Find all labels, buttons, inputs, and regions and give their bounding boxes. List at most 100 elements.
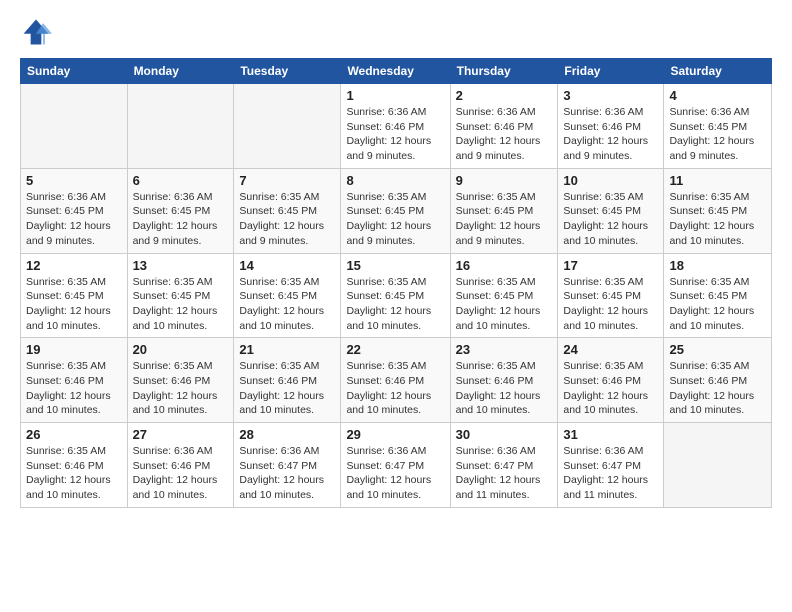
day-info: Sunrise: 6:35 AM Sunset: 6:46 PM Dayligh… (456, 359, 553, 418)
day-number: 1 (346, 88, 444, 103)
day-info: Sunrise: 6:36 AM Sunset: 6:47 PM Dayligh… (456, 444, 553, 503)
day-number: 24 (563, 342, 658, 357)
day-info: Sunrise: 6:36 AM Sunset: 6:47 PM Dayligh… (563, 444, 658, 503)
weekday-header-saturday: Saturday (664, 59, 772, 84)
calendar-table: SundayMondayTuesdayWednesdayThursdayFrid… (20, 58, 772, 508)
calendar-cell: 17 Sunrise: 6:35 AM Sunset: 6:45 PM Dayli… (558, 253, 664, 338)
calendar-cell (664, 423, 772, 508)
day-info: Sunrise: 6:36 AM Sunset: 6:45 PM Dayligh… (669, 105, 766, 164)
page: SundayMondayTuesdayWednesdayThursdayFrid… (0, 0, 792, 612)
day-number: 23 (456, 342, 553, 357)
day-number: 28 (239, 427, 335, 442)
weekday-header-tuesday: Tuesday (234, 59, 341, 84)
day-info: Sunrise: 6:35 AM Sunset: 6:45 PM Dayligh… (346, 275, 444, 334)
weekday-header-wednesday: Wednesday (341, 59, 450, 84)
day-number: 3 (563, 88, 658, 103)
day-info: Sunrise: 6:35 AM Sunset: 6:46 PM Dayligh… (669, 359, 766, 418)
calendar-cell: 10 Sunrise: 6:35 AM Sunset: 6:45 PM Dayli… (558, 168, 664, 253)
day-number: 15 (346, 258, 444, 273)
day-info: Sunrise: 6:36 AM Sunset: 6:47 PM Dayligh… (239, 444, 335, 503)
day-number: 17 (563, 258, 658, 273)
day-number: 25 (669, 342, 766, 357)
calendar-cell: 26 Sunrise: 6:35 AM Sunset: 6:46 PM Dayli… (21, 423, 128, 508)
day-info: Sunrise: 6:35 AM Sunset: 6:45 PM Dayligh… (133, 275, 229, 334)
calendar-cell: 28 Sunrise: 6:36 AM Sunset: 6:47 PM Dayli… (234, 423, 341, 508)
day-number: 16 (456, 258, 553, 273)
day-info: Sunrise: 6:35 AM Sunset: 6:46 PM Dayligh… (26, 444, 122, 503)
day-number: 20 (133, 342, 229, 357)
day-number: 26 (26, 427, 122, 442)
day-number: 5 (26, 173, 122, 188)
weekday-header-monday: Monday (127, 59, 234, 84)
calendar-cell: 29 Sunrise: 6:36 AM Sunset: 6:47 PM Dayli… (341, 423, 450, 508)
day-info: Sunrise: 6:35 AM Sunset: 6:45 PM Dayligh… (239, 275, 335, 334)
day-info: Sunrise: 6:35 AM Sunset: 6:46 PM Dayligh… (133, 359, 229, 418)
calendar-cell: 8 Sunrise: 6:35 AM Sunset: 6:45 PM Daylig… (341, 168, 450, 253)
day-info: Sunrise: 6:35 AM Sunset: 6:46 PM Dayligh… (239, 359, 335, 418)
day-number: 8 (346, 173, 444, 188)
day-info: Sunrise: 6:36 AM Sunset: 6:46 PM Dayligh… (563, 105, 658, 164)
day-info: Sunrise: 6:36 AM Sunset: 6:45 PM Dayligh… (133, 190, 229, 249)
calendar-cell: 18 Sunrise: 6:35 AM Sunset: 6:45 PM Dayli… (664, 253, 772, 338)
day-info: Sunrise: 6:35 AM Sunset: 6:45 PM Dayligh… (456, 190, 553, 249)
day-number: 21 (239, 342, 335, 357)
day-info: Sunrise: 6:35 AM Sunset: 6:46 PM Dayligh… (26, 359, 122, 418)
day-number: 10 (563, 173, 658, 188)
header (20, 16, 772, 48)
day-number: 19 (26, 342, 122, 357)
calendar-cell: 2 Sunrise: 6:36 AM Sunset: 6:46 PM Daylig… (450, 84, 558, 169)
day-number: 7 (239, 173, 335, 188)
calendar-cell (234, 84, 341, 169)
calendar-cell: 5 Sunrise: 6:36 AM Sunset: 6:45 PM Daylig… (21, 168, 128, 253)
day-number: 12 (26, 258, 122, 273)
calendar-cell: 12 Sunrise: 6:35 AM Sunset: 6:45 PM Dayli… (21, 253, 128, 338)
calendar-cell: 15 Sunrise: 6:35 AM Sunset: 6:45 PM Dayli… (341, 253, 450, 338)
calendar-cell: 19 Sunrise: 6:35 AM Sunset: 6:46 PM Dayli… (21, 338, 128, 423)
day-number: 30 (456, 427, 553, 442)
calendar-cell: 1 Sunrise: 6:36 AM Sunset: 6:46 PM Daylig… (341, 84, 450, 169)
calendar-cell: 3 Sunrise: 6:36 AM Sunset: 6:46 PM Daylig… (558, 84, 664, 169)
calendar-cell: 14Sunrise: 6:35 AM Sunset: 6:45 PM Dayli… (234, 253, 341, 338)
day-info: Sunrise: 6:36 AM Sunset: 6:47 PM Dayligh… (346, 444, 444, 503)
day-number: 11 (669, 173, 766, 188)
day-info: Sunrise: 6:36 AM Sunset: 6:45 PM Dayligh… (26, 190, 122, 249)
calendar-week-row: 19 Sunrise: 6:35 AM Sunset: 6:46 PM Dayli… (21, 338, 772, 423)
calendar-cell: 23 Sunrise: 6:35 AM Sunset: 6:46 PM Dayli… (450, 338, 558, 423)
day-number: 18 (669, 258, 766, 273)
day-info: Sunrise: 6:35 AM Sunset: 6:45 PM Dayligh… (563, 190, 658, 249)
weekday-header-row: SundayMondayTuesdayWednesdayThursdayFrid… (21, 59, 772, 84)
calendar-cell: 27 Sunrise: 6:36 AM Sunset: 6:46 PM Dayli… (127, 423, 234, 508)
logo (20, 16, 56, 48)
day-number: 4 (669, 88, 766, 103)
day-number: 2 (456, 88, 553, 103)
day-number: 6 (133, 173, 229, 188)
calendar-cell: 9 Sunrise: 6:35 AM Sunset: 6:45 PM Daylig… (450, 168, 558, 253)
calendar-cell: 7 Sunrise: 6:35 AM Sunset: 6:45 PM Daylig… (234, 168, 341, 253)
calendar-cell (21, 84, 128, 169)
calendar-week-row: 1 Sunrise: 6:36 AM Sunset: 6:46 PM Daylig… (21, 84, 772, 169)
day-number: 29 (346, 427, 444, 442)
day-info: Sunrise: 6:35 AM Sunset: 6:45 PM Dayligh… (26, 275, 122, 334)
calendar-cell: 6 Sunrise: 6:36 AM Sunset: 6:45 PM Daylig… (127, 168, 234, 253)
day-info: Sunrise: 6:35 AM Sunset: 6:45 PM Dayligh… (346, 190, 444, 249)
day-info: Sunrise: 6:35 AM Sunset: 6:45 PM Dayligh… (239, 190, 335, 249)
calendar-cell: 20 Sunrise: 6:35 AM Sunset: 6:46 PM Dayli… (127, 338, 234, 423)
day-info: Sunrise: 6:35 AM Sunset: 6:45 PM Dayligh… (669, 190, 766, 249)
day-info: Sunrise: 6:35 AM Sunset: 6:45 PM Dayligh… (669, 275, 766, 334)
day-info: Sunrise: 6:35 AM Sunset: 6:46 PM Dayligh… (563, 359, 658, 418)
day-info: Sunrise: 6:36 AM Sunset: 6:46 PM Dayligh… (133, 444, 229, 503)
calendar-week-row: 12 Sunrise: 6:35 AM Sunset: 6:45 PM Dayli… (21, 253, 772, 338)
day-number: 22 (346, 342, 444, 357)
day-number: 9 (456, 173, 553, 188)
day-number: 31 (563, 427, 658, 442)
calendar-cell: 16Sunrise: 6:35 AM Sunset: 6:45 PM Dayli… (450, 253, 558, 338)
calendar-cell: 13 Sunrise: 6:35 AM Sunset: 6:45 PM Dayli… (127, 253, 234, 338)
day-info: Sunrise: 6:36 AM Sunset: 6:46 PM Dayligh… (456, 105, 553, 164)
calendar-week-row: 5 Sunrise: 6:36 AM Sunset: 6:45 PM Daylig… (21, 168, 772, 253)
day-number: 13 (133, 258, 229, 273)
calendar-cell: 24 Sunrise: 6:35 AM Sunset: 6:46 PM Dayli… (558, 338, 664, 423)
calendar-cell: 30 Sunrise: 6:36 AM Sunset: 6:47 PM Dayli… (450, 423, 558, 508)
day-info: Sunrise: 6:36 AM Sunset: 6:46 PM Dayligh… (346, 105, 444, 164)
day-info: Sunrise: 6:35 AM Sunset: 6:45 PM Dayligh… (563, 275, 658, 334)
day-number: 27 (133, 427, 229, 442)
